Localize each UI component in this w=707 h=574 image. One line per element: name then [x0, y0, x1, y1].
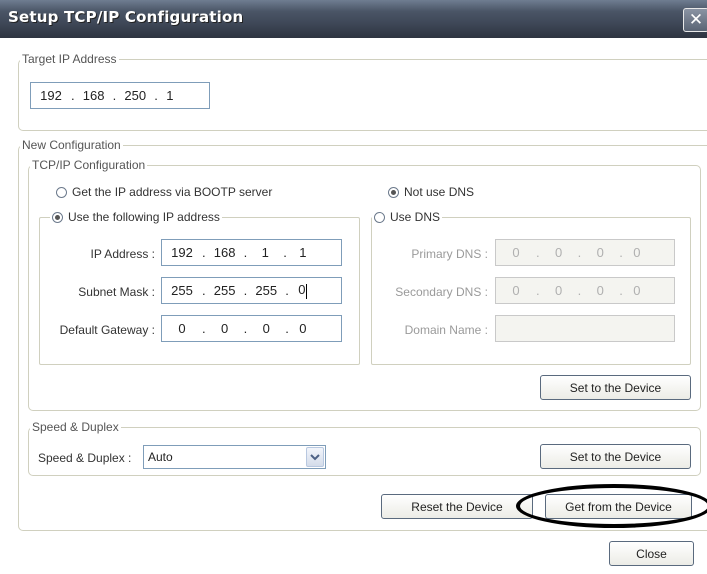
static-ip-legend[interactable]: Use the following IP address [50, 210, 222, 224]
target-ip-legend: Target IP Address [22, 52, 117, 66]
domain-name-label: Domain Name : [404, 323, 488, 337]
set-tcpip-button[interactable]: Set to the Device [540, 375, 691, 400]
dialog-body: Target IP Address 192. 168. 250. 1 New C… [0, 38, 707, 574]
use-dns-radio[interactable]: Use DNS [374, 210, 440, 224]
speed-duplex-legend: Speed & Duplex [32, 420, 119, 434]
close-button[interactable]: Close [609, 541, 694, 566]
new-configuration-legend: New Configuration [22, 138, 121, 152]
default-gateway-field[interactable]: 0. 0. 0. 0 [161, 315, 342, 342]
primary-dns-label: Primary DNS : [411, 247, 488, 261]
subnet-mask-field[interactable]: 255. 255. 255. 0 [161, 277, 342, 304]
radio-off-icon [56, 186, 67, 198]
tcpip-dialog: Setup TCP/IP Configuration ✕ Target IP A… [0, 0, 707, 574]
not-use-dns-radio[interactable]: Not use DNS [388, 185, 474, 199]
get-from-device-button[interactable]: Get from the Device [545, 494, 692, 519]
default-gateway-label: Default Gateway : [59, 323, 155, 337]
bootp-radio[interactable]: Get the IP address via BOOTP server [56, 185, 272, 199]
target-ip-field[interactable]: 192. 168. 250. 1 [30, 82, 210, 109]
window-title: Setup TCP/IP Configuration [8, 8, 244, 26]
title-bar[interactable]: Setup TCP/IP Configuration ✕ [0, 0, 707, 38]
close-icon[interactable]: ✕ [683, 8, 707, 32]
domain-name-field[interactable] [495, 315, 675, 342]
radio-on-icon [388, 186, 399, 198]
tcpip-configuration-legend: TCP/IP Configuration [32, 158, 146, 172]
use-following-ip-radio[interactable]: Use the following IP address [52, 210, 220, 224]
ip-address-label: IP Address : [90, 247, 155, 261]
secondary-dns-label: Secondary DNS : [395, 285, 488, 299]
text-caret [306, 283, 308, 299]
speed-duplex-select[interactable]: Auto [143, 445, 326, 469]
speed-duplex-label: Speed & Duplex : [38, 451, 132, 465]
dns-legend[interactable]: Use DNS [372, 210, 442, 224]
reset-device-button[interactable]: Reset the Device [381, 494, 533, 519]
set-speed-button[interactable]: Set to the Device [540, 444, 691, 469]
subnet-mask-label: Subnet Mask : [78, 285, 155, 299]
primary-dns-field[interactable]: 0. 0. 0. 0 [495, 239, 675, 266]
radio-off-icon [374, 211, 385, 223]
chevron-down-icon[interactable] [306, 447, 324, 467]
secondary-dns-field[interactable]: 0. 0. 0. 0 [495, 277, 675, 304]
ip-address-field[interactable]: 192. 168. 1. 1 [161, 239, 342, 266]
radio-on-icon [52, 211, 63, 223]
